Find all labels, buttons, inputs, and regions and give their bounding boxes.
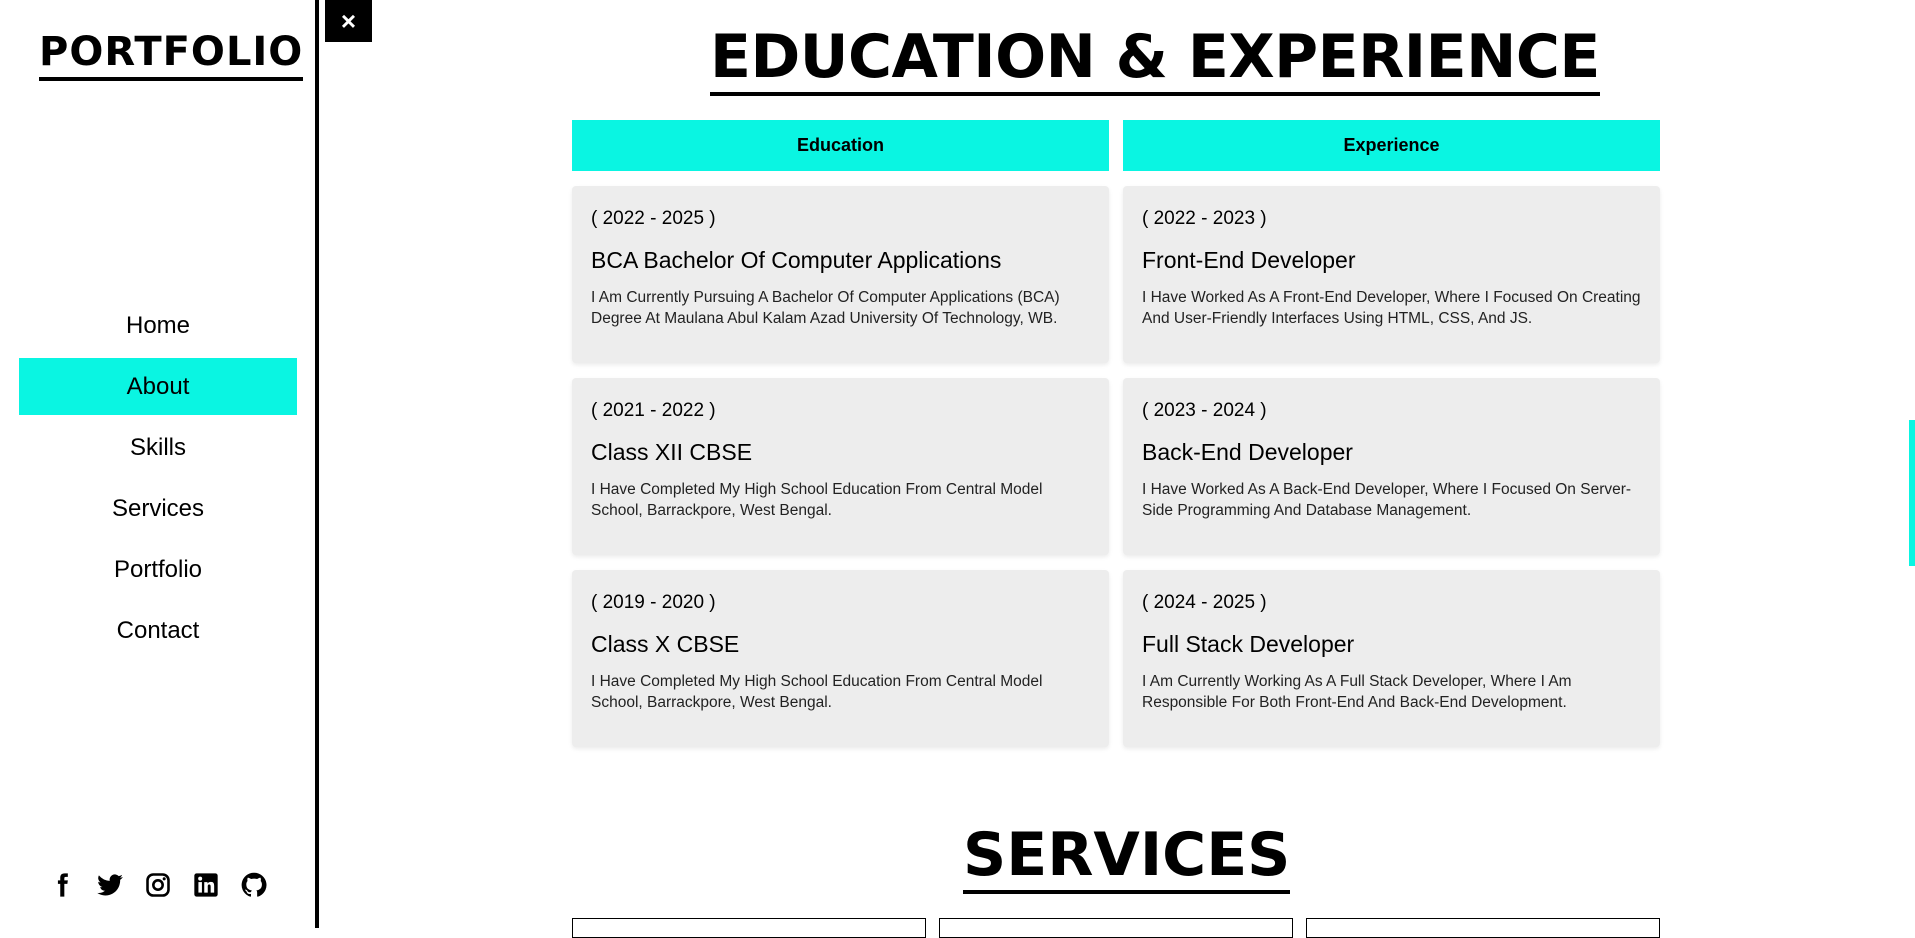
instagram-icon[interactable] [143, 870, 173, 900]
github-icon[interactable] [239, 870, 269, 900]
education-years: ( 2021 - 2022 ) [591, 400, 716, 421]
experience-years: ( 2023 - 2024 ) [1142, 400, 1267, 421]
social-links [0, 870, 315, 900]
nav-item-contact[interactable]: Contact [19, 602, 297, 659]
service-card [939, 918, 1293, 938]
education-years: ( 2022 - 2025 ) [591, 208, 716, 229]
facebook-icon[interactable] [47, 870, 77, 900]
education-description: I Have Completed My High School Educatio… [591, 673, 1043, 711]
education-card: ( 2021 - 2022 ) Class XII CBSE I Have Co… [572, 378, 1109, 555]
logo[interactable]: PORTFOLIO [39, 30, 304, 81]
experience-description: I Am Currently Working As A Full Stack D… [1142, 673, 1572, 711]
nav-item-portfolio[interactable]: Portfolio [19, 541, 297, 598]
experience-title: Back-End Developer [1142, 439, 1353, 465]
experience-title: Front-End Developer [1142, 247, 1356, 273]
service-card [572, 918, 926, 938]
education-title: Class X CBSE [591, 631, 740, 657]
experience-card: ( 2022 - 2023 ) Front-End Developer I Ha… [1123, 186, 1660, 363]
nav-item-about[interactable]: About [19, 358, 297, 415]
twitter-icon[interactable] [95, 870, 125, 900]
education-experience-title: EDUCATION & EXPERIENCE [710, 24, 1600, 96]
close-button[interactable]: × [325, 0, 372, 42]
education-description: I Have Completed My High School Educatio… [591, 481, 1043, 519]
nav-item-skills[interactable]: Skills [19, 419, 297, 476]
education-card: ( 2022 - 2025 ) BCA Bachelor Of Computer… [572, 186, 1109, 363]
education-header: Education [572, 120, 1109, 171]
experience-description: I Have Worked As A Front-End Developer, … [1142, 289, 1641, 327]
sidebar-nav: Home About Skills Services Portfolio Con… [19, 297, 297, 663]
experience-card: ( 2023 - 2024 ) Back-End Developer I Hav… [1123, 378, 1660, 555]
scroll-indicator[interactable] [1909, 420, 1915, 566]
nav-item-home[interactable]: Home [19, 297, 297, 354]
experience-years: ( 2022 - 2023 ) [1142, 208, 1267, 229]
experience-header: Experience [1123, 120, 1660, 171]
service-card [1306, 918, 1660, 938]
services-title: SERVICES [963, 822, 1291, 894]
education-title: BCA Bachelor Of Computer Applications [591, 247, 1002, 273]
education-title: Class XII CBSE [591, 439, 753, 465]
experience-card: ( 2024 - 2025 ) Full Stack Developer I A… [1123, 570, 1660, 747]
experience-years: ( 2024 - 2025 ) [1142, 592, 1267, 613]
sidebar: PORTFOLIO Home About Skills Services Por… [0, 0, 319, 928]
education-description: I Am Currently Pursuing A Bachelor Of Co… [591, 289, 1060, 327]
linkedin-icon[interactable] [191, 870, 221, 900]
experience-description: I Have Worked As A Back-End Developer, W… [1142, 481, 1632, 519]
experience-title: Full Stack Developer [1142, 631, 1355, 657]
education-card: ( 2019 - 2020 ) Class X CBSE I Have Comp… [572, 570, 1109, 747]
education-years: ( 2019 - 2020 ) [591, 592, 716, 613]
nav-item-services[interactable]: Services [19, 480, 297, 537]
